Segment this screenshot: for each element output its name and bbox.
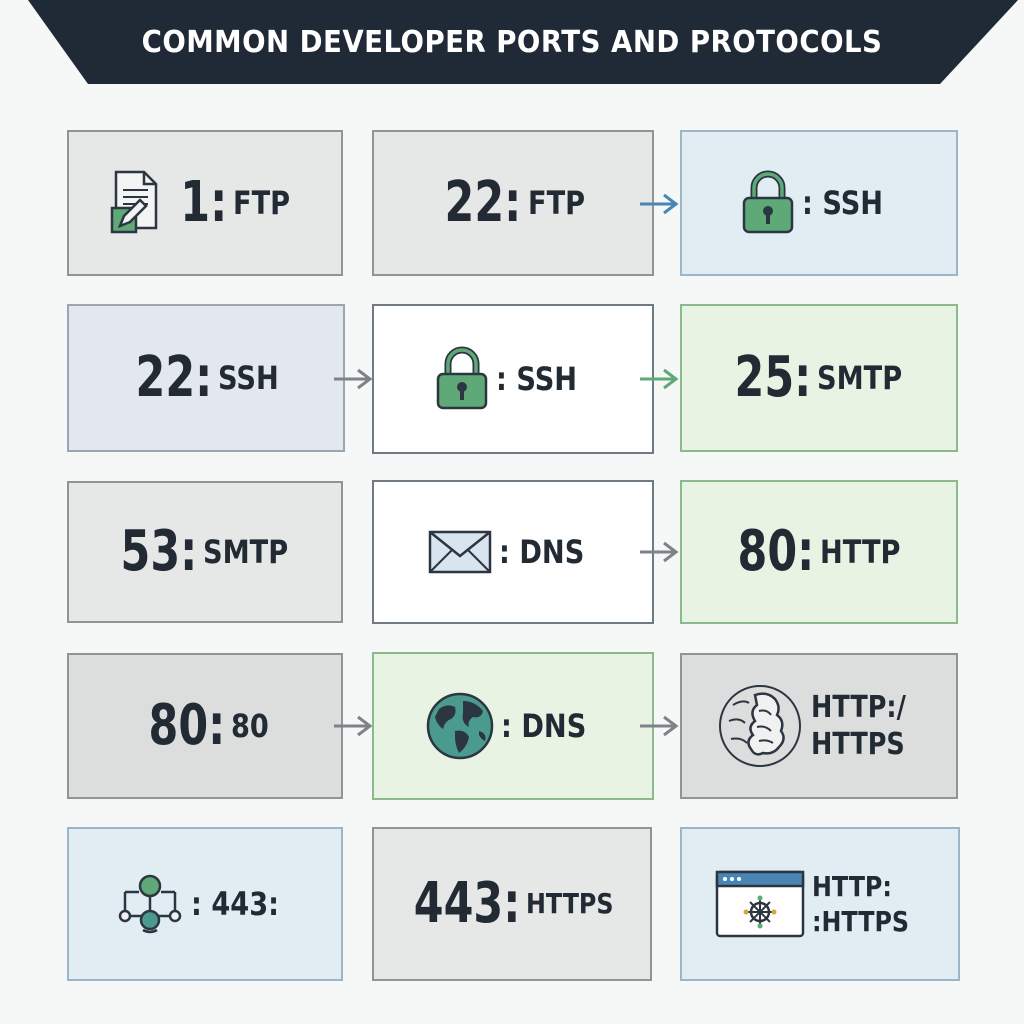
port-number: 53: (120, 519, 198, 584)
port-card-ssh-lock: : SSH (372, 304, 654, 454)
port-card-443-network: : 443: (67, 827, 343, 981)
arrow-right-icon (640, 715, 679, 737)
arrow-right-icon (640, 541, 679, 563)
port-card-80-80: 80: 80 (67, 653, 343, 799)
padlock-icon (434, 346, 490, 412)
port-number: 25: (734, 345, 812, 410)
padlock-icon (740, 170, 796, 236)
protocol-label: 80 (230, 707, 269, 745)
port-number: 80: (148, 693, 225, 758)
globe-hand-icon (715, 681, 805, 771)
document-edit-icon (110, 168, 166, 238)
protocol-label: : DNS (500, 707, 587, 745)
port-card-ssh-lock: : SSH (680, 130, 958, 276)
arrow-right-icon (640, 368, 679, 390)
protocol-label: : DNS (498, 533, 585, 571)
protocol-line-1: HTTP: (811, 870, 892, 903)
port-card-22-ssh: 22: SSH (67, 304, 345, 452)
envelope-icon (427, 529, 493, 575)
protocol-label: FTP (233, 184, 291, 222)
port-card-53-smtp: 53: SMTP (67, 481, 343, 623)
port-number: 80: (737, 519, 814, 584)
port-card-80-http: 80: HTTP (680, 480, 958, 624)
port-card-1-ftp: 1: FTP (67, 130, 343, 276)
port-card-dns-mail: : DNS (372, 480, 654, 624)
protocol-label: FTP (527, 184, 585, 222)
protocol-label: HTTP: :HTTPS (812, 869, 909, 939)
protocol-label: : 443: (191, 885, 280, 923)
protocol-label: : SSH (496, 360, 578, 398)
port-card-dns-globe: : DNS (372, 652, 654, 800)
globe-icon (425, 691, 495, 761)
arrow-right-icon (334, 368, 373, 390)
arrow-right-icon (334, 715, 373, 737)
protocol-label: SMTP (817, 359, 903, 397)
title-banner: COMMON DEVELOPER PORTS AND PROTOCOLS (0, 0, 1024, 84)
protocol-label: SSH (218, 359, 280, 397)
network-nodes-icon (115, 872, 185, 936)
port-card-http-https: HTTP:/ HTTPS (680, 653, 958, 799)
protocol-label: HTTPS (526, 887, 614, 920)
protocol-label: HTTP (819, 533, 901, 571)
port-number: 443: (413, 871, 521, 936)
browser-window-icon (714, 868, 806, 940)
protocol-label: HTTP:/ HTTPS (811, 689, 906, 764)
protocol-line-1: HTTP:/ (811, 689, 907, 725)
port-card-http-https-browser: HTTP: :HTTPS (680, 827, 960, 981)
protocol-label: : SSH (802, 184, 884, 222)
port-number: 22: (135, 345, 213, 410)
port-number: 22: (444, 170, 522, 235)
protocol-line-2: HTTPS (811, 727, 905, 762)
port-card-25-smtp: 25: SMTP (680, 304, 958, 452)
arrow-right-icon (640, 193, 679, 215)
port-card-22-ftp: 22: FTP (372, 130, 654, 276)
protocol-label: SMTP (203, 533, 289, 571)
port-card-443-https: 443: HTTPS (372, 827, 652, 981)
protocol-line-2: :HTTPS (811, 905, 909, 938)
page-title: COMMON DEVELOPER PORTS AND PROTOCOLS (141, 24, 883, 60)
port-number: 1: (180, 170, 228, 235)
